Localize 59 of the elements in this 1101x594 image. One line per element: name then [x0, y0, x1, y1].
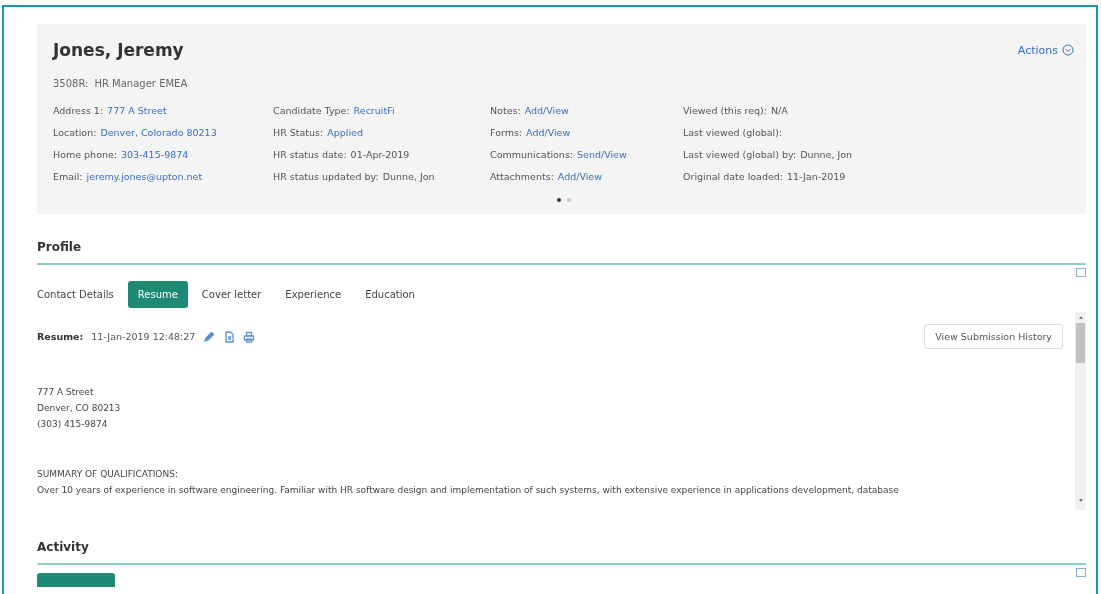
expand-icon[interactable] [1076, 568, 1086, 577]
view-submission-history-button[interactable]: View Submission History [924, 324, 1063, 349]
tab[interactable]: Education [355, 281, 425, 308]
resume-text: 777 A Street [37, 387, 95, 397]
resume-text: Denver, CO 80213 [37, 403, 122, 413]
field-value: 11-Jan-2019 [787, 171, 846, 182]
chevron-down-icon[interactable] [1062, 44, 1074, 56]
scrollbar[interactable] [1075, 312, 1086, 510]
field-link[interactable]: Denver, Colorado 80213 [100, 127, 217, 138]
tab[interactable]: Contact Details [37, 281, 124, 308]
field-value: 01-Apr-2019 [350, 149, 410, 160]
resume-text: SUMMARY OF QUALIFICATIONS: [37, 469, 179, 479]
tab[interactable]: Experience [275, 281, 352, 308]
field-value: N/A [771, 105, 788, 116]
field-label: HR Status: [273, 127, 324, 138]
field-label: Notes: [490, 105, 521, 116]
field-link[interactable]: jeremy.jones@upton.net [86, 171, 203, 182]
field-label: Candidate Type: [273, 105, 350, 116]
field-label: Original date loaded: [683, 171, 783, 182]
field-link[interactable]: Add/View [524, 105, 569, 116]
resume-label: Resume: [37, 331, 84, 342]
document-icon[interactable] [223, 330, 236, 343]
field-link[interactable]: RecruitFi [353, 105, 395, 116]
field-value: Dunne, Jon [800, 149, 853, 160]
field-label: Attachments: [490, 171, 554, 182]
pager-dot[interactable] [556, 198, 561, 202]
actions-link[interactable]: Actions [1017, 43, 1074, 57]
field-link[interactable]: Add/View [557, 171, 602, 182]
resume-text: (303) 415-9874 [37, 419, 109, 429]
tab[interactable]: Resume [127, 281, 188, 308]
field-label: HR status updated by: [273, 171, 379, 182]
field-link[interactable]: Send/View [577, 149, 627, 160]
field-link[interactable]: 777 A Street [107, 105, 167, 116]
pencil-icon[interactable] [203, 330, 216, 343]
tab[interactable]: Cover letter [191, 281, 272, 308]
field-label: Email: [53, 171, 83, 182]
field-label: Viewed (this req): [683, 105, 767, 116]
field-label: Home phone: [53, 149, 117, 160]
field-link[interactable]: Add/View [526, 127, 571, 138]
field-link[interactable]: Applied [327, 127, 363, 138]
requisition-title: HR Manager EMEA [94, 78, 188, 89]
candidate-name: Jones, Jeremy [53, 40, 184, 60]
requisition-code: 3508R: [53, 78, 89, 89]
resume-timestamp: 11-Jan-2019 12:48:27 [91, 331, 196, 342]
field-label: Forms: [490, 127, 523, 138]
section-title: Activity [37, 540, 1086, 565]
print-icon[interactable] [243, 330, 256, 343]
field-label: Address 1: [53, 105, 104, 116]
field-label: HR status date: [273, 149, 347, 160]
field-link[interactable]: 303-415-9874 [121, 149, 189, 160]
pager-dot[interactable] [566, 198, 571, 202]
section-title: Profile [37, 240, 1086, 265]
field-label: Last viewed (global): [683, 127, 783, 138]
field-label: Location: [53, 127, 97, 138]
expand-icon[interactable] [1076, 268, 1086, 277]
field-label: Communications: [490, 149, 574, 160]
field-value: Dunne, Jon [382, 171, 435, 182]
field-label: Last viewed (global) by: [683, 149, 797, 160]
resume-text: Over 10 years of experience in software engineering. Familiar with HR software design and implementation of such systems, with extensive experience in applications development, database [37, 485, 900, 495]
